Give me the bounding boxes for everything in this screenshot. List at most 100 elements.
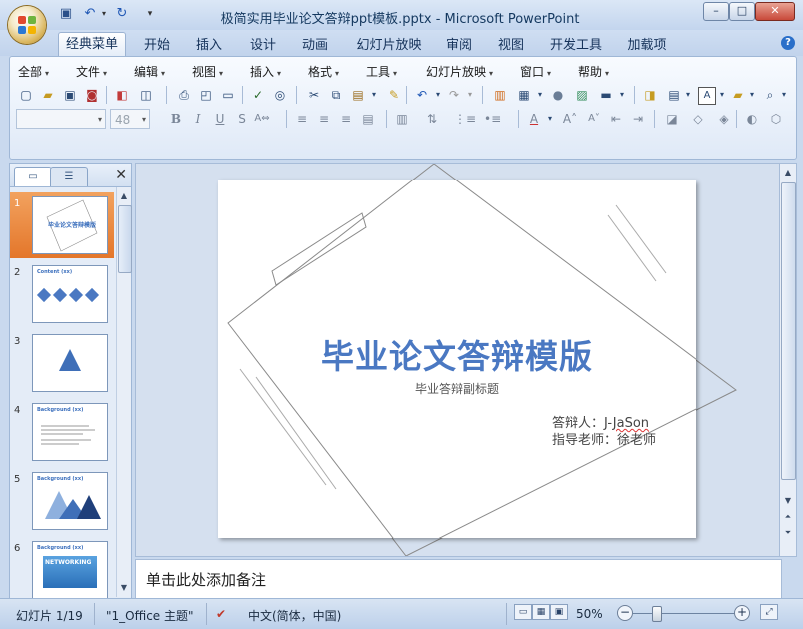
paste-dropdown-icon[interactable]: ▾ <box>366 87 382 103</box>
slide-thumbnail-4[interactable]: 4 Background (xx) <box>10 399 114 465</box>
slide-title[interactable]: 毕业论文答辩模版 <box>218 330 696 378</box>
help-icon[interactable]: ? <box>781 36 795 50</box>
arrange-icon[interactable]: ◪ <box>664 111 680 127</box>
redo-dropdown-icon[interactable]: ▾ <box>462 87 478 103</box>
scrollbar-thumb[interactable] <box>118 205 132 273</box>
next-slide-icon[interactable]: ⏷ <box>782 526 794 540</box>
menu-file[interactable]: 文件 ▾ <box>76 63 107 80</box>
shapes-icon[interactable]: ◇ <box>690 111 706 127</box>
new-document-icon[interactable]: ▢ <box>18 87 34 103</box>
zoom-level[interactable]: 50% <box>576 607 603 621</box>
align-right-icon[interactable]: ≡ <box>338 111 354 127</box>
menu-edit[interactable]: 编辑 ▾ <box>134 63 165 80</box>
font-color-dropdown-icon[interactable]: ▾ <box>542 111 558 127</box>
tab-outline[interactable]: ☰ <box>50 167 88 186</box>
zoom-slider-thumb[interactable] <box>652 606 662 622</box>
shrink-font-icon[interactable]: A˅ <box>586 111 602 127</box>
menu-window[interactable]: 窗口 ▾ <box>520 63 551 80</box>
find-dropdown-icon[interactable]: ▾ <box>776 87 792 103</box>
previous-slide-icon[interactable]: ⏶ <box>782 510 794 524</box>
redo-icon[interactable]: ↻ <box>114 6 130 22</box>
align-left-icon[interactable]: ≡ <box>294 111 310 127</box>
font-color-button[interactable]: A <box>526 111 542 127</box>
office-button[interactable] <box>8 6 46 44</box>
quick-styles-icon[interactable]: ◈ <box>716 111 732 127</box>
tab-developer[interactable]: 开发工具 <box>544 36 608 56</box>
slide-thumbnail-2[interactable]: 2 Content (xx) <box>10 261 114 327</box>
slide-thumbnail-1[interactable]: 1 毕业论文答辩模版 <box>10 192 114 258</box>
insert-chart-icon[interactable]: ▥ <box>492 87 508 103</box>
theme-name[interactable]: "1_Office 主题" <box>106 607 194 624</box>
tab-slides[interactable]: ▭ <box>14 167 52 186</box>
font-size-combo[interactable]: 48 ▾ <box>110 109 150 129</box>
language-indicator[interactable]: 中文(简体，中国) <box>248 607 341 624</box>
export-pdf-icon[interactable]: ◧ <box>114 87 130 103</box>
permission-icon[interactable]: ◙ <box>84 87 100 103</box>
slide-subtitle[interactable]: 毕业答辩副标题 <box>218 380 696 397</box>
fit-to-window-icon[interactable]: ⤢ <box>760 604 778 620</box>
menu-all[interactable]: 全部 ▾ <box>18 63 49 80</box>
open-folder-icon[interactable]: ▰ <box>40 87 56 103</box>
customize-qat-icon[interactable]: ▾ <box>142 6 158 22</box>
slide-layout-icon[interactable]: ▬ <box>598 87 614 103</box>
slide-advisor-text[interactable]: 指导老师：徐老师 <box>552 429 656 448</box>
close-panel-button[interactable]: ✕ <box>115 167 127 183</box>
research-icon[interactable]: ◎ <box>272 87 288 103</box>
insert-table-icon[interactable]: ▦ <box>516 87 532 103</box>
save-icon[interactable]: ▣ <box>62 87 78 103</box>
save-icon[interactable]: ▣ <box>58 6 74 22</box>
undo-dropdown-icon[interactable]: ▾ <box>96 6 112 22</box>
maximize-button[interactable]: □ <box>729 2 755 21</box>
tab-classic-menu[interactable]: 经典菜单 <box>58 32 126 57</box>
decrease-indent-icon[interactable]: ⇤ <box>608 111 624 127</box>
zoom-in-button[interactable]: + <box>734 605 750 621</box>
bullets-icon[interactable]: •≡ <box>484 111 501 127</box>
slide-thumbnail-5[interactable]: 5 Background (xx) <box>10 468 114 534</box>
clipart-icon[interactable]: ● <box>550 87 566 103</box>
publish-icon[interactable]: ◫ <box>138 87 154 103</box>
slides-scrollbar[interactable]: ▲ ▼ <box>116 187 132 597</box>
minimize-button[interactable]: – <box>703 2 729 21</box>
font-name-combo[interactable]: ▾ <box>16 109 106 129</box>
scroll-up-icon[interactable]: ▲ <box>782 166 794 180</box>
scroll-up-icon[interactable]: ▲ <box>118 189 130 203</box>
scroll-down-icon[interactable]: ▼ <box>782 494 794 508</box>
tab-slideshow[interactable]: 幻灯片放映 <box>350 36 428 56</box>
paste-icon[interactable]: ▤ <box>350 87 366 103</box>
zoom-out-button[interactable]: − <box>617 605 633 621</box>
increase-indent-icon[interactable]: ⇥ <box>630 111 646 127</box>
tab-review[interactable]: 审阅 <box>438 36 480 56</box>
tab-design[interactable]: 设计 <box>242 36 284 56</box>
print-preview-icon[interactable]: ◰ <box>198 87 214 103</box>
scroll-down-icon[interactable]: ▼ <box>118 581 130 595</box>
close-window-button[interactable]: ✕ <box>755 2 795 21</box>
table-dropdown-icon[interactable]: ▾ <box>532 87 548 103</box>
scrollbar-thumb[interactable] <box>781 182 796 480</box>
italic-button[interactable]: I <box>190 111 206 127</box>
normal-view-button[interactable]: ▭ <box>514 604 532 620</box>
undo-icon[interactable]: ↶ <box>414 87 430 103</box>
slide-thumbnail-3[interactable]: 3 <box>10 330 114 396</box>
layout2-dropdown-icon[interactable]: ▾ <box>680 87 696 103</box>
tab-view[interactable]: 视图 <box>490 36 532 56</box>
grow-font-icon[interactable]: A˄ <box>562 111 578 127</box>
text-direction-icon[interactable]: ⇅ <box>424 111 440 127</box>
spelling-icon[interactable]: ✓ <box>250 87 266 103</box>
layout-dropdown-icon[interactable]: ▾ <box>614 87 630 103</box>
slide-canvas[interactable]: 毕业论文答辩模版 毕业答辩副标题 答辩人：J-JaSon 指导老师：徐老师 <box>218 180 696 538</box>
menu-slideshow[interactable]: 幻灯片放映 ▾ <box>426 63 493 80</box>
notes-pane[interactable]: 单击此处添加备注 <box>135 559 782 599</box>
menu-help[interactable]: 帮助 ▾ <box>578 63 609 80</box>
underline-button[interactable]: U <box>212 111 228 127</box>
undo-dropdown-icon[interactable]: ▾ <box>430 87 446 103</box>
tab-insert[interactable]: 插入 <box>188 36 230 56</box>
cut-icon[interactable]: ✂ <box>306 87 322 103</box>
textbox-dropdown-icon[interactable]: ▾ <box>714 87 730 103</box>
bold-button[interactable]: B <box>168 111 184 127</box>
slide-thumbnail-6[interactable]: 6 Background (xx) NETWORKING <box>10 537 114 603</box>
slide-sorter-button[interactable]: ▦ <box>532 604 550 620</box>
shape-fill-icon[interactable]: ◐ <box>744 111 760 127</box>
spell-check-icon[interactable]: ✔ <box>216 607 226 621</box>
slide-scrollbar[interactable]: ▲ ▼ ⏶ ⏷ <box>779 163 797 557</box>
shadow-button[interactable]: S <box>234 111 250 127</box>
